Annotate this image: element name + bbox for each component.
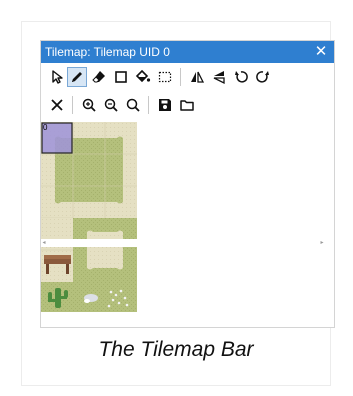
scroll-left-icon[interactable]: ◂ [41, 239, 47, 247]
select-arrow-icon[interactable] [47, 67, 67, 87]
zoom-in-icon[interactable] [79, 95, 99, 115]
save-icon[interactable] [155, 95, 175, 115]
zoom-out-icon[interactable] [101, 95, 121, 115]
window-titlebar[interactable]: Tilemap: Tilemap UID 0 ✕ [41, 41, 334, 63]
toolbar-separator [148, 96, 149, 114]
zoom-reset-icon[interactable] [123, 95, 143, 115]
tilemap-window: Tilemap: Tilemap UID 0 ✕ 0 ◂ ▸ [40, 40, 335, 328]
rotate-left-icon[interactable] [231, 67, 251, 87]
rotate-right-icon[interactable] [253, 67, 273, 87]
rectangle-icon[interactable] [111, 67, 131, 87]
clear-icon[interactable] [47, 95, 67, 115]
figure-caption: The Tilemap Bar [98, 338, 254, 361]
open-folder-icon[interactable] [177, 95, 197, 115]
vertical-scrollbar[interactable] [325, 122, 334, 320]
pencil-icon[interactable] [67, 67, 87, 87]
tileset-canvas[interactable]: 0 [41, 122, 325, 320]
paint-bucket-icon[interactable] [133, 67, 153, 87]
toolbar-separator [72, 96, 73, 114]
selected-tile-index: 0 [43, 123, 48, 132]
toolbar-row-2 [41, 93, 334, 117]
figure-frame-bottom [21, 385, 331, 386]
toolbar-separator [180, 68, 181, 86]
horizontal-scrollbar[interactable]: ◂ ▸ [41, 239, 325, 247]
dashed-selection-icon[interactable] [155, 67, 175, 87]
flip-horizontal-icon[interactable] [187, 67, 207, 87]
close-icon[interactable]: ✕ [314, 41, 328, 63]
toolbar-row-1 [41, 65, 334, 89]
window-title: Tilemap: Tilemap UID 0 [45, 45, 170, 59]
flip-vertical-icon[interactable] [209, 67, 229, 87]
tileset-image[interactable]: 0 [41, 122, 137, 312]
eraser-icon[interactable] [89, 67, 109, 87]
